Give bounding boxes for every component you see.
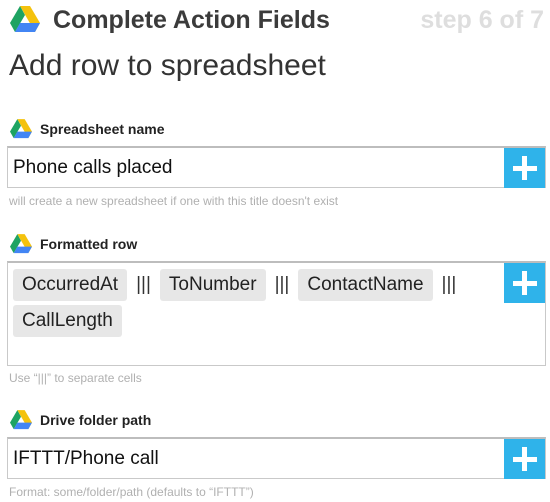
formatted-row-hint: Use “|||” to separate cells [9, 371, 142, 385]
step-indicator: step 6 of 7 [420, 6, 544, 34]
field-label-drive-folder-path: Drive folder path [10, 409, 151, 431]
formatted-row-input[interactable]: OccurredAt ||| ToNumber ||| ContactName … [7, 261, 546, 366]
drive-folder-path-value[interactable]: IFTTT/Phone call [13, 448, 159, 470]
field-label-text: Drive folder path [40, 412, 152, 428]
field-label-formatted-row: Formatted row [10, 233, 137, 255]
google-drive-icon [10, 234, 32, 254]
ingredient-token[interactable]: ContactName [298, 269, 433, 301]
header-title: Complete Action Fields [53, 6, 330, 34]
plus-icon [522, 271, 527, 295]
cell-separator: ||| [441, 274, 457, 295]
drive-folder-path-input[interactable]: IFTTT/Phone call [7, 437, 546, 479]
page-title: Add row to spreadsheet [9, 49, 326, 82]
add-ingredient-button[interactable] [504, 439, 545, 479]
google-drive-icon [10, 119, 32, 139]
cell-separator: ||| [274, 274, 290, 295]
plus-icon [522, 447, 527, 471]
google-drive-icon [10, 6, 40, 33]
plus-icon [522, 156, 527, 180]
field-label-spreadsheet-name: Spreadsheet name [10, 118, 165, 140]
spreadsheet-name-value[interactable]: Phone calls placed [13, 157, 173, 179]
drive-folder-path-hint: Format: some/folder/path (defaults to “I… [9, 485, 254, 499]
field-label-text: Spreadsheet name [40, 121, 165, 137]
formatted-row-tokens: OccurredAt ||| ToNumber ||| ContactName … [13, 269, 501, 337]
google-drive-icon [10, 410, 32, 430]
add-ingredient-button[interactable] [504, 148, 545, 188]
spreadsheet-name-input[interactable]: Phone calls placed [7, 146, 546, 188]
ingredient-token[interactable]: CallLength [13, 305, 122, 337]
ingredient-token[interactable]: ToNumber [159, 269, 266, 301]
cell-separator: ||| [136, 274, 151, 295]
add-ingredient-button[interactable] [504, 263, 545, 303]
ingredient-token[interactable]: OccurredAt [13, 269, 128, 301]
spreadsheet-name-hint: will create a new spreadsheet if one wit… [9, 194, 339, 208]
field-label-text: Formatted row [40, 236, 138, 252]
header: Complete Action Fields step 6 of 7 [10, 4, 544, 36]
